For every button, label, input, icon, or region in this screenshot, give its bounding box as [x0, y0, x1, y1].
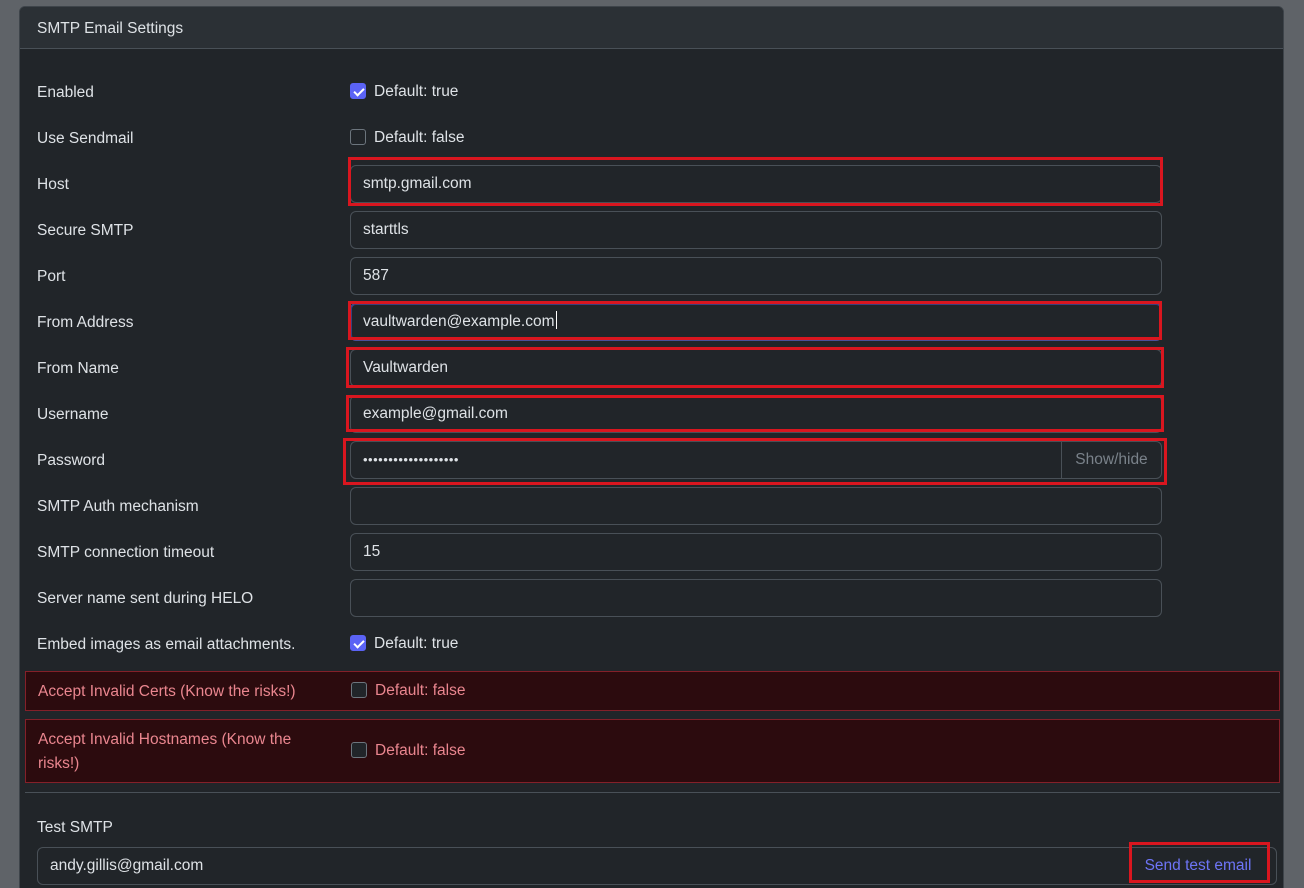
- from-name-input[interactable]: Vaultwarden: [350, 349, 1162, 387]
- enabled-default-hint: Default: true: [374, 83, 459, 100]
- password-label: Password: [37, 452, 106, 469]
- text-caret: [555, 311, 557, 329]
- username-label: Username: [37, 406, 109, 423]
- helo-name-label: Server name sent during HELO: [37, 590, 254, 607]
- from-address-input[interactable]: vaultwarden@example.com: [350, 303, 1162, 341]
- password-input[interactable]: •••••••••••••••••••: [350, 441, 1062, 479]
- embed-images-checkbox-row[interactable]: Default: true: [350, 633, 458, 655]
- host-label: Host: [37, 176, 69, 193]
- show-hide-password-button[interactable]: Show/hide: [1061, 441, 1162, 479]
- enabled-label: Enabled: [37, 84, 94, 101]
- auth-mechanism-label: SMTP Auth mechanism: [37, 498, 199, 515]
- accept-invalid-certs-checkbox[interactable]: [351, 682, 367, 698]
- accept-invalid-hostnames-default-hint: Default: false: [375, 742, 466, 759]
- accept-invalid-certs-checkbox-row[interactable]: Default: false: [351, 680, 465, 702]
- accept-invalid-certs-default-hint: Default: false: [375, 682, 466, 699]
- test-smtp-input-group: andy.gillis@gmail.com: [37, 847, 1277, 885]
- use-sendmail-checkbox[interactable]: [350, 129, 366, 145]
- embed-images-label: Embed images as email attachments.: [37, 636, 296, 653]
- username-input[interactable]: example@gmail.com: [350, 395, 1162, 433]
- smtp-settings-card: SMTP Email Settings Enabled Default: tru…: [19, 6, 1284, 888]
- section-divider: [25, 792, 1280, 793]
- embed-images-default-hint: Default: true: [374, 635, 459, 652]
- embed-images-checkbox[interactable]: [350, 635, 366, 651]
- accept-invalid-hostnames-label-line1: Accept Invalid Hostnames (Know the: [38, 731, 292, 748]
- test-smtp-label: Test SMTP: [37, 819, 113, 836]
- use-sendmail-checkbox-row[interactable]: Default: false: [350, 127, 464, 149]
- timeout-input[interactable]: 15: [350, 533, 1162, 571]
- use-sendmail-label: Use Sendmail: [37, 130, 134, 147]
- from-address-value: vaultwarden@example.com: [363, 313, 555, 330]
- port-label: Port: [37, 268, 66, 285]
- accept-invalid-hostnames-checkbox-row[interactable]: Default: false: [351, 740, 465, 762]
- accept-invalid-certs-label: Accept Invalid Certs (Know the risks!): [38, 683, 296, 700]
- enabled-checkbox-row[interactable]: Default: true: [350, 81, 458, 103]
- accept-invalid-hostnames-checkbox[interactable]: [351, 742, 367, 758]
- use-sendmail-default-hint: Default: false: [374, 129, 465, 146]
- port-input[interactable]: 587: [350, 257, 1162, 295]
- accept-invalid-hostnames-label-line2: risks!): [38, 755, 80, 772]
- host-input[interactable]: smtp.gmail.com: [350, 165, 1162, 203]
- accept-invalid-certs-row: Accept Invalid Certs (Know the risks!) D…: [25, 671, 1280, 711]
- timeout-label: SMTP connection timeout: [37, 544, 215, 561]
- from-name-label: From Name: [37, 360, 119, 377]
- from-address-label: From Address: [37, 314, 134, 331]
- helo-name-input[interactable]: [350, 579, 1162, 617]
- test-smtp-email-input[interactable]: andy.gillis@gmail.com: [50, 848, 203, 884]
- secure-smtp-input[interactable]: starttls: [350, 211, 1162, 249]
- accept-invalid-hostnames-row: Accept Invalid Hostnames (Know the risks…: [25, 719, 1280, 783]
- auth-mechanism-input[interactable]: [350, 487, 1162, 525]
- send-test-email-button[interactable]: Send test email: [1136, 847, 1260, 885]
- enabled-checkbox[interactable]: [350, 83, 366, 99]
- password-value: •••••••••••••••••••: [363, 452, 459, 467]
- secure-smtp-label: Secure SMTP: [37, 222, 134, 239]
- card-title: SMTP Email Settings: [20, 7, 1283, 49]
